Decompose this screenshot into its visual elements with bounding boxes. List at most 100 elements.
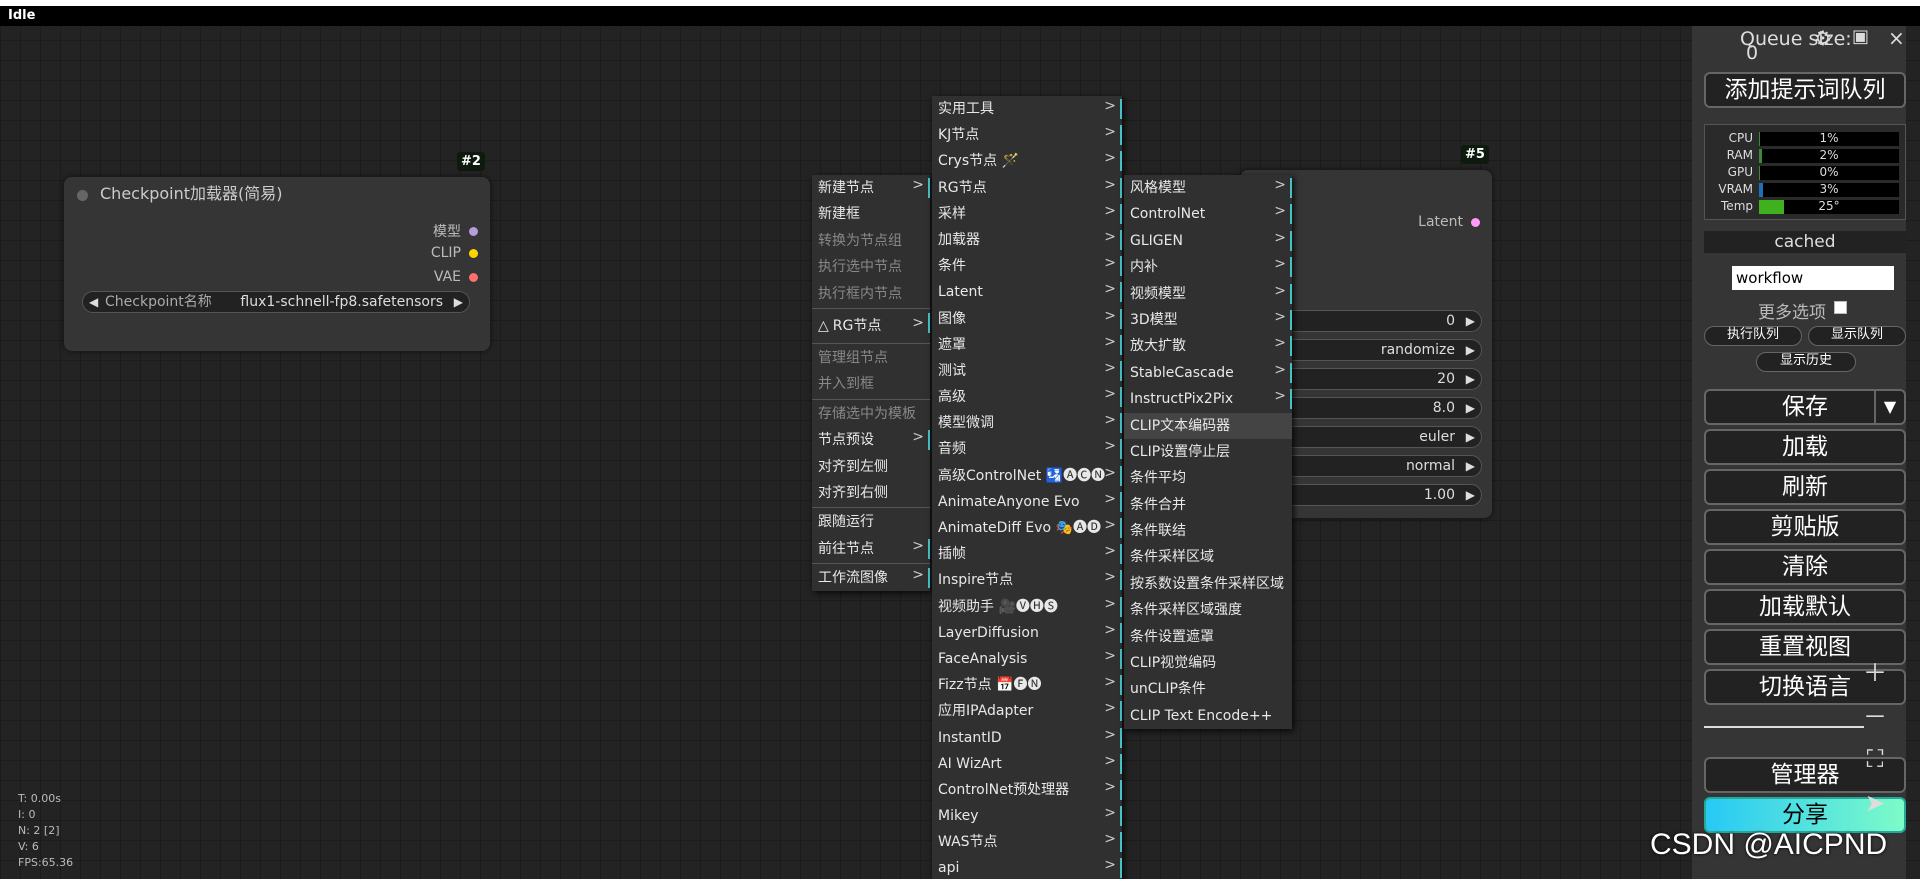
conditioning-menu-item[interactable]: 按系数设置条件采样区域 — [1124, 571, 1292, 597]
arrow-right-icon[interactable]: ▶ — [1466, 311, 1475, 331]
category-menu-item[interactable]: Mikey > — [932, 803, 1122, 829]
collapse-dot-icon[interactable] — [77, 190, 88, 201]
conditioning-menu-item[interactable]: 条件联结 — [1124, 518, 1292, 544]
category-menu-item[interactable]: AnimateAnyone Evo > — [932, 489, 1122, 515]
category-menu-item[interactable]: LayerDiffusion > — [932, 620, 1122, 646]
save-button[interactable]: 保存 ▼ — [1704, 389, 1906, 425]
category-menu-item[interactable]: KJ节点 > — [932, 122, 1122, 148]
conditioning-menu-item[interactable]: 条件平均 — [1124, 465, 1292, 491]
arrow-right-icon[interactable]: ▶ — [1466, 398, 1475, 418]
node-title[interactable]: Checkpoint加载器(简易) — [64, 177, 490, 211]
image-icon[interactable]: ▣ — [1852, 26, 1869, 47]
conditioning-menu-item[interactable]: StableCascade > — [1124, 360, 1292, 386]
conditioning-menu-item[interactable]: 条件设置遮罩 — [1124, 624, 1292, 650]
close-icon[interactable]: × — [1888, 26, 1905, 50]
conditioning-menu-item[interactable]: 条件采样区域 — [1124, 544, 1292, 570]
category-menu-item[interactable]: 条件 > — [932, 253, 1122, 279]
run-queue-button[interactable]: 执行队列 — [1704, 326, 1802, 346]
checkpoint-loader-node[interactable]: Checkpoint加载器(简易) 模型 CLIP VAE ◀ Checkpoi… — [64, 177, 490, 351]
category-menu-item[interactable]: Fizz节点 📅🅕🅝 > — [932, 672, 1122, 698]
conditioning-menu-item[interactable]: ControlNet > — [1124, 201, 1292, 227]
category-menu-item[interactable]: 加载器 > — [932, 227, 1122, 253]
conditioning-menu-item[interactable]: 风格模型 > — [1124, 175, 1292, 201]
queue-prompt-button[interactable]: 添加提示词队列 — [1704, 72, 1906, 108]
output-slot-icon[interactable] — [469, 248, 478, 258]
category-menu-item[interactable]: 遮罩 > — [932, 332, 1122, 358]
category-menu-item[interactable]: WAS节点 > — [932, 829, 1122, 855]
zoom-out-icon[interactable]: － — [1858, 700, 1892, 734]
category-menu-item[interactable]: Crys节点 🪄 > — [932, 148, 1122, 174]
gear-icon[interactable]: ⚙ — [1814, 26, 1832, 50]
category-menu-item[interactable]: RG节点 > — [932, 175, 1122, 201]
output-model[interactable]: 模型 — [433, 221, 478, 241]
category-menu-item[interactable]: 实用工具 > — [932, 96, 1122, 122]
category-menu-item[interactable]: Inspire节点 > — [932, 567, 1122, 593]
clipspace-button[interactable]: 剪贴版 — [1704, 509, 1906, 545]
category-menu-item[interactable]: 图像 > — [932, 306, 1122, 332]
category-menu-item[interactable]: InstantID > — [932, 725, 1122, 751]
context-menu-item[interactable]: 新建框 — [812, 201, 930, 227]
conditioning-menu-item[interactable]: GLIGEN > — [1124, 228, 1292, 254]
conditioning-menu-item[interactable]: CLIP Text Encode++ — [1124, 703, 1292, 729]
context-menu-item[interactable]: △ RG节点 > — [812, 310, 930, 342]
category-menu-item[interactable]: 应用IPAdapter > — [932, 698, 1122, 724]
fit-view-icon[interactable]: ⛶ — [1858, 742, 1892, 776]
send-icon[interactable]: ➤ — [1858, 786, 1892, 820]
category-menu-item[interactable]: 采样 > — [932, 201, 1122, 227]
output-clip[interactable]: CLIP — [431, 245, 478, 261]
output-latent[interactable]: Latent — [1418, 214, 1480, 230]
arrow-right-icon[interactable]: ▶ — [1466, 369, 1475, 389]
arrow-right-icon[interactable]: ▶ — [1466, 427, 1475, 447]
conditioning-menu-item[interactable]: 放大扩散 > — [1124, 333, 1292, 359]
conditioning-menu-item[interactable]: 内补 > — [1124, 254, 1292, 280]
conditioning-menu-item[interactable]: CLIP设置停止层 — [1124, 439, 1292, 465]
load-default-button[interactable]: 加载默认 — [1704, 589, 1906, 625]
context-menu-item[interactable]: 工作流图像 > — [812, 565, 930, 591]
conditioning-menu-item[interactable]: 视频模型 > — [1124, 281, 1292, 307]
output-slot-icon[interactable] — [469, 272, 478, 282]
output-vae[interactable]: VAE — [434, 269, 478, 285]
conditioning-menu-item[interactable]: CLIP视觉编码 — [1124, 650, 1292, 676]
view-queue-button[interactable]: 显示队列 — [1808, 326, 1906, 346]
category-menu-item[interactable]: 高级 > — [932, 384, 1122, 410]
conditioning-menu-item[interactable]: InstructPix2Pix > — [1124, 386, 1292, 412]
load-button[interactable]: 加载 — [1704, 429, 1906, 465]
checkpoint-name-widget[interactable]: ◀ Checkpoint名称 flux1-schnell-fp8.safeten… — [82, 291, 470, 313]
category-menu-item[interactable]: 测试 > — [932, 358, 1122, 384]
context-menu-item[interactable]: 对齐到左侧 — [812, 454, 930, 480]
conditioning-menu-item[interactable]: unCLIP条件 — [1124, 676, 1292, 702]
category-menu-item[interactable]: api > — [932, 855, 1122, 881]
arrow-right-icon[interactable]: ▶ — [1466, 340, 1475, 360]
context-menu-item[interactable]: 新建节点 > — [812, 175, 930, 201]
category-menu-item[interactable]: ControlNet预处理器 > — [932, 777, 1122, 803]
category-menu-item[interactable]: AI WizArt > — [932, 751, 1122, 777]
context-menu-item[interactable]: 节点预设 > — [812, 427, 930, 453]
context-menu-item[interactable]: 前往节点 > — [812, 536, 930, 562]
category-menu-item[interactable]: AnimateDiff Evo 🎭🅐🅓 > — [932, 515, 1122, 541]
conditioning-menu-item[interactable]: 3D模型 > — [1124, 307, 1292, 333]
category-menu-item[interactable]: 模型微调 > — [932, 410, 1122, 436]
clear-button[interactable]: 清除 — [1704, 549, 1906, 585]
context-menu-item[interactable]: 对齐到右侧 — [812, 480, 930, 506]
arrow-right-icon[interactable]: ▶ — [1466, 456, 1475, 476]
output-slot-icon[interactable] — [469, 226, 478, 236]
arrow-left-icon[interactable]: ◀ — [89, 292, 98, 312]
conditioning-menu-item[interactable]: 条件采样区域强度 — [1124, 597, 1292, 623]
conditioning-menu-item[interactable]: CLIP文本编码器 — [1124, 412, 1292, 439]
arrow-right-icon[interactable]: ▶ — [1466, 485, 1475, 505]
conditioning-menu-item[interactable]: 条件合并 — [1124, 492, 1292, 518]
category-menu-item[interactable]: FaceAnalysis > — [932, 646, 1122, 672]
workflow-name-input[interactable]: workflow — [1732, 266, 1894, 290]
category-menu-item[interactable]: 高级ControlNet 🛂🅐🅒🅝 > — [932, 463, 1122, 489]
category-menu-item[interactable]: 音频 > — [932, 436, 1122, 462]
category-menu-item[interactable]: 插帧 > — [932, 541, 1122, 567]
more-options-checkbox[interactable] — [1834, 301, 1847, 314]
category-menu-item[interactable]: Latent > — [932, 279, 1122, 305]
output-slot-icon[interactable] — [1471, 217, 1480, 227]
category-menu-item[interactable]: 视频助手 🎥🅥🅗🅢 > — [932, 594, 1122, 620]
refresh-button[interactable]: 刷新 — [1704, 469, 1906, 505]
chevron-down-icon[interactable]: ▼ — [1874, 391, 1904, 423]
view-history-button[interactable]: 显示历史 — [1756, 352, 1856, 372]
zoom-in-icon[interactable]: ＋ — [1858, 656, 1892, 690]
arrow-right-icon[interactable]: ▶ — [454, 292, 463, 312]
